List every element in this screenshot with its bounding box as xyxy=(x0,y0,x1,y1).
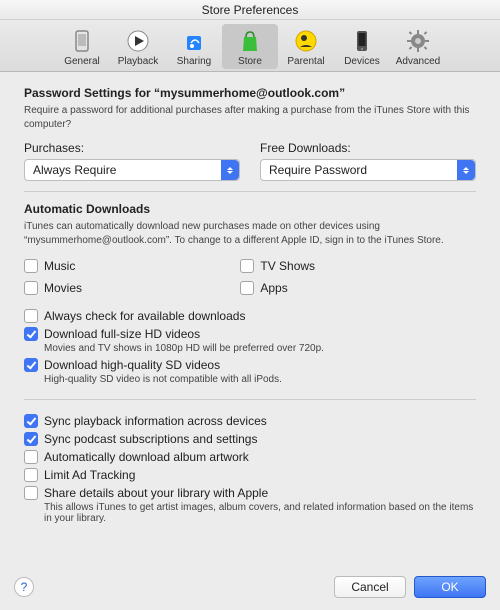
tab-sharing-label: Sharing xyxy=(166,56,222,67)
password-settings-section: Password Settings for “mysummerhome@outl… xyxy=(24,86,476,191)
checkbox-limit-ad[interactable]: Limit Ad Tracking xyxy=(24,468,476,482)
play-icon xyxy=(110,26,166,56)
cancel-button[interactable]: Cancel xyxy=(334,576,406,598)
free-downloads-label: Free Downloads: xyxy=(260,141,476,155)
footer: ? Cancel OK xyxy=(0,566,500,610)
devices-icon xyxy=(334,26,390,56)
tab-parental[interactable]: Parental xyxy=(278,24,334,69)
checkbox-share-library[interactable]: Share details about your library with Ap… xyxy=(24,486,476,500)
checkbox-hd-label: Download full-size HD videos xyxy=(44,327,200,341)
checkbox-limit-ad-label: Limit Ad Tracking xyxy=(44,468,135,482)
auto-heading: Automatic Downloads xyxy=(24,202,476,216)
checkbox-apps-label: Apps xyxy=(260,281,287,295)
window-title: Store Preferences xyxy=(0,0,500,20)
checkbox-hd[interactable]: Download full-size HD videos xyxy=(24,327,476,341)
auto-desc: iTunes can automatically download new pu… xyxy=(24,220,476,247)
checkbox-sd[interactable]: Download high-quality SD videos xyxy=(24,358,476,372)
tab-playback[interactable]: Playback xyxy=(110,24,166,69)
checkbox-music[interactable]: Music xyxy=(24,259,220,273)
share-desc: This allows iTunes to get artist images,… xyxy=(44,502,476,524)
tab-store-label: Store xyxy=(222,56,278,67)
checkbox-music-label: Music xyxy=(44,259,75,273)
general-icon xyxy=(54,26,110,56)
checkbox-sync-podcast-label: Sync podcast subscriptions and settings xyxy=(44,432,257,446)
chevron-updown-icon xyxy=(457,160,475,180)
checkbox-tvshows[interactable]: TV Shows xyxy=(240,259,476,273)
checkbox-sync-playback-label: Sync playback information across devices xyxy=(44,414,267,428)
tab-devices-label: Devices xyxy=(334,56,390,67)
tab-advanced[interactable]: Advanced xyxy=(390,24,446,69)
password-desc: Require a password for additional purcha… xyxy=(24,104,476,131)
tab-store[interactable]: Store xyxy=(222,24,278,69)
tab-devices[interactable]: Devices xyxy=(334,24,390,69)
tab-advanced-label: Advanced xyxy=(390,56,446,67)
tab-parental-label: Parental xyxy=(278,56,334,67)
purchases-value: Always Require xyxy=(33,163,116,177)
checkbox-sd-label: Download high-quality SD videos xyxy=(44,358,220,372)
checkbox-always-check-label: Always check for available downloads xyxy=(44,309,245,323)
tab-sharing[interactable]: Sharing xyxy=(166,24,222,69)
checkbox-artwork-label: Automatically download album artwork xyxy=(44,450,249,464)
checkbox-movies-label: Movies xyxy=(44,281,82,295)
checkbox-sync-playback[interactable]: Sync playback information across devices xyxy=(24,414,476,428)
content: Password Settings for “mysummerhome@outl… xyxy=(0,72,500,538)
sharing-icon xyxy=(166,26,222,56)
checkbox-tvshows-label: TV Shows xyxy=(260,259,315,273)
checkbox-always-check[interactable]: Always check for available downloads xyxy=(24,309,476,323)
parental-icon xyxy=(278,26,334,56)
checkbox-movies[interactable]: Movies xyxy=(24,281,220,295)
checkbox-artwork[interactable]: Automatically download album artwork xyxy=(24,450,476,464)
bag-icon xyxy=(222,26,278,56)
password-heading: Password Settings for “mysummerhome@outl… xyxy=(24,86,476,100)
free-downloads-select[interactable]: Require Password xyxy=(260,159,476,181)
tab-general[interactable]: General xyxy=(54,24,110,69)
checkbox-sync-podcast[interactable]: Sync podcast subscriptions and settings xyxy=(24,432,476,446)
purchases-label: Purchases: xyxy=(24,141,240,155)
chevron-updown-icon xyxy=(221,160,239,180)
toolbar: General Playback Sharing Store Parental … xyxy=(0,20,500,72)
checkbox-share-library-label: Share details about your library with Ap… xyxy=(44,486,268,500)
tab-playback-label: Playback xyxy=(110,56,166,67)
help-button[interactable]: ? xyxy=(14,577,34,597)
gear-icon xyxy=(390,26,446,56)
purchases-select[interactable]: Always Require xyxy=(24,159,240,181)
ok-button[interactable]: OK xyxy=(414,576,486,598)
hd-desc: Movies and TV shows in 1080p HD will be … xyxy=(44,343,476,354)
checkbox-apps[interactable]: Apps xyxy=(240,281,476,295)
auto-downloads-section: Automatic Downloads iTunes can automatic… xyxy=(24,191,476,399)
free-downloads-value: Require Password xyxy=(269,163,367,177)
sd-desc: High-quality SD video is not compatible … xyxy=(44,374,476,385)
sync-section: Sync playback information across devices… xyxy=(24,399,476,538)
tab-general-label: General xyxy=(54,56,110,67)
